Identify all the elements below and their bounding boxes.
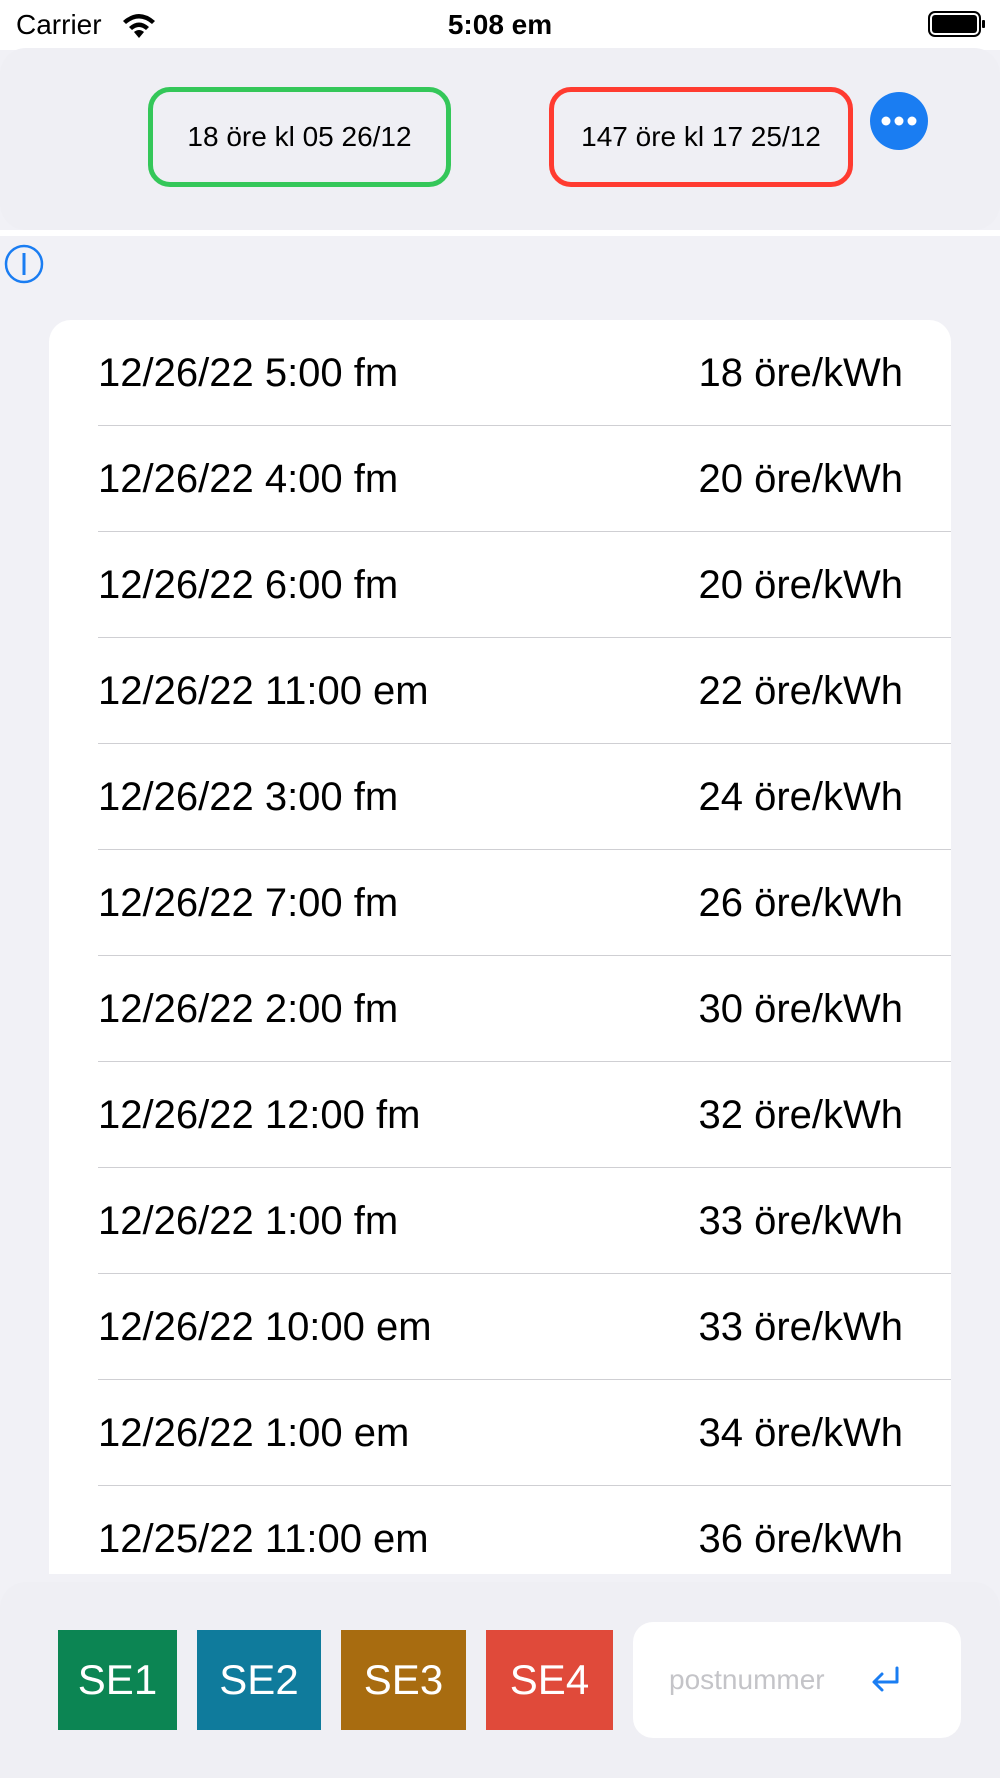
region-button-se4[interactable]: SE4 xyxy=(486,1630,613,1730)
price-row-value: 36 öre/kWh xyxy=(698,1516,903,1561)
price-row[interactable]: 12/26/22 1:00 fm 33 öre/kWh xyxy=(49,1168,951,1274)
return-arrow-icon[interactable] xyxy=(867,1664,905,1696)
price-row-value: 20 öre/kWh xyxy=(698,456,903,501)
battery-icon xyxy=(928,11,985,37)
price-row[interactable]: 12/26/22 2:00 fm 30 öre/kWh xyxy=(49,956,951,1062)
price-row-time: 12/26/22 2:00 fm xyxy=(98,986,399,1031)
info-circle-icon[interactable] xyxy=(4,244,44,284)
price-row-value: 18 öre/kWh xyxy=(698,350,903,395)
price-row-time: 12/26/22 5:00 fm xyxy=(98,350,399,395)
price-row-value: 24 öre/kWh xyxy=(698,774,903,819)
price-row-time: 12/26/22 1:00 fm xyxy=(98,1198,399,1243)
clock: 5:08 em xyxy=(447,9,553,40)
ellipsis-icon xyxy=(881,116,917,126)
price-row-time: 12/26/22 7:00 fm xyxy=(98,880,399,925)
price-row-value: 30 öre/kWh xyxy=(698,986,903,1031)
price-row[interactable]: 12/26/22 5:00 fm 18 öre/kWh xyxy=(49,320,951,426)
price-row-time: 12/26/22 6:00 fm xyxy=(98,562,399,607)
header-divider xyxy=(0,230,1000,236)
price-row-time: 12/26/22 10:00 em xyxy=(98,1304,432,1349)
price-row-time: 12/26/22 11:00 em xyxy=(98,668,429,713)
price-row[interactable]: 12/26/22 6:00 fm 20 öre/kWh xyxy=(49,532,951,638)
postal-code-input[interactable] xyxy=(669,1658,869,1702)
price-row[interactable]: 12/26/22 11:00 em 22 öre/kWh xyxy=(49,638,951,744)
more-button[interactable] xyxy=(870,92,928,150)
price-row-value: 20 öre/kWh xyxy=(698,562,903,607)
postal-code-field[interactable] xyxy=(633,1622,961,1738)
price-row-value: 33 öre/kWh xyxy=(698,1304,903,1349)
region-button-se2[interactable]: SE2 xyxy=(197,1630,321,1730)
price-row-time: 12/25/22 11:00 em xyxy=(98,1516,429,1561)
lowest-price-box[interactable]: 18 öre kl 05 26/12 xyxy=(148,87,451,187)
status-bar: Carrier 5:08 em xyxy=(0,0,1000,50)
highest-price-box[interactable]: 147 öre kl 17 25/12 xyxy=(549,87,853,187)
price-row[interactable]: 12/26/22 1:00 em 34 öre/kWh xyxy=(49,1380,951,1486)
price-row[interactable]: 12/26/22 4:00 fm 20 öre/kWh xyxy=(49,426,951,532)
price-row-time: 12/26/22 12:00 fm xyxy=(98,1092,421,1137)
price-row-value: 26 öre/kWh xyxy=(698,880,903,925)
price-row-value: 34 öre/kWh xyxy=(698,1410,903,1455)
price-row-time: 12/26/22 1:00 em xyxy=(98,1410,410,1455)
highest-price-label: 147 öre kl 17 25/12 xyxy=(581,121,821,152)
price-list[interactable]: 12/26/22 5:00 fm 18 öre/kWh 12/26/22 4:00 … xyxy=(49,320,951,1574)
price-row-value: 33 öre/kWh xyxy=(698,1198,903,1243)
price-row[interactable]: 12/26/22 7:00 fm 26 öre/kWh xyxy=(49,850,951,956)
price-row-time: 12/26/22 4:00 fm xyxy=(98,456,399,501)
price-row-value: 22 öre/kWh xyxy=(698,668,903,713)
price-row[interactable]: 12/26/22 3:00 fm 24 öre/kWh xyxy=(49,744,951,850)
price-row-time: 12/26/22 3:00 fm xyxy=(98,774,399,819)
price-row[interactable]: 12/25/22 11:00 em 36 öre/kWh xyxy=(49,1486,951,1574)
price-row-value: 32 öre/kWh xyxy=(698,1092,903,1137)
region-button-se3[interactable]: SE3 xyxy=(341,1630,466,1730)
region-button-se1[interactable]: SE1 xyxy=(58,1630,177,1730)
price-row[interactable]: 12/26/22 10:00 em 33 öre/kWh xyxy=(49,1274,951,1380)
lowest-price-label: 18 öre kl 05 26/12 xyxy=(187,121,412,152)
price-row[interactable]: 12/26/22 12:00 fm 32 öre/kWh xyxy=(49,1062,951,1168)
